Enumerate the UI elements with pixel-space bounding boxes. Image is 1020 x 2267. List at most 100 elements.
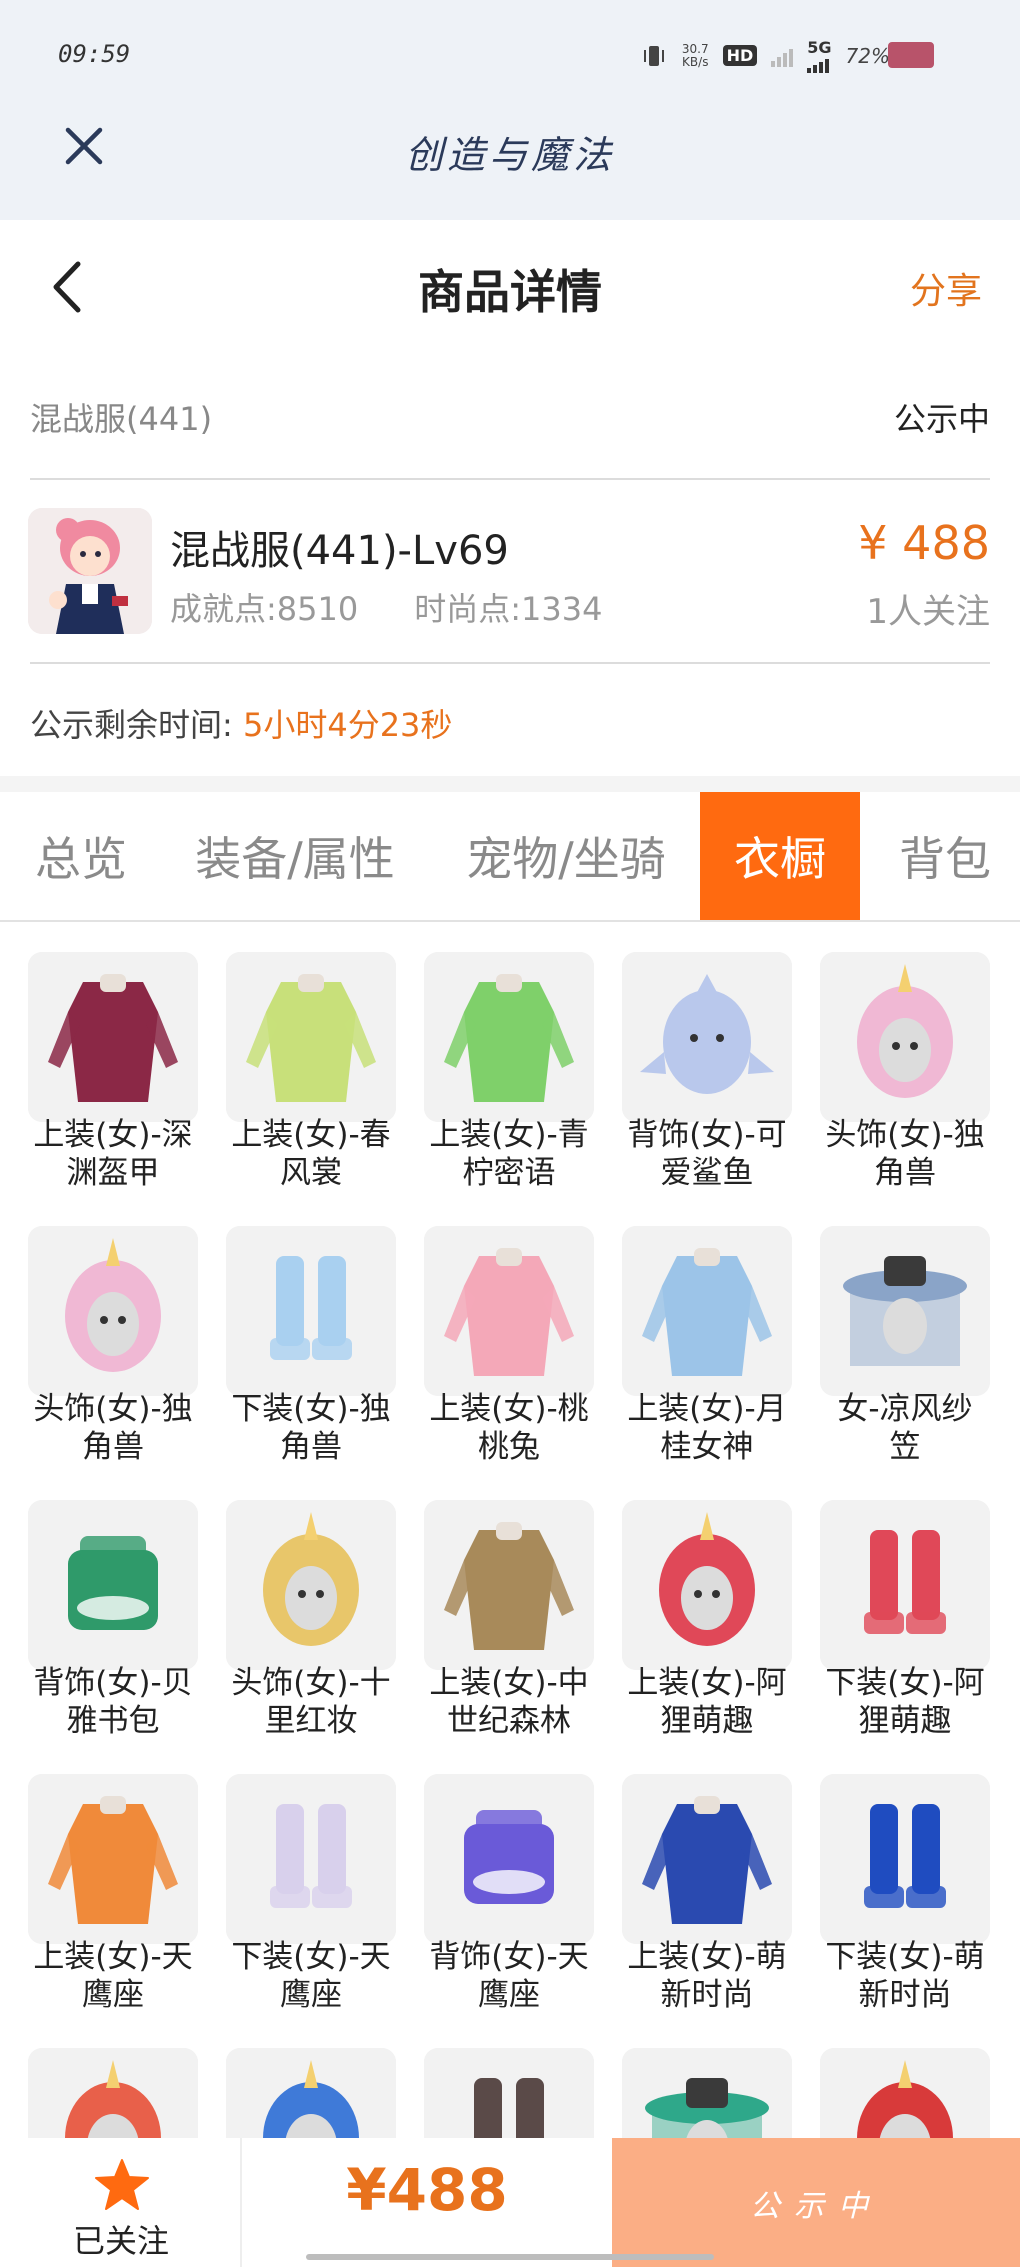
fox-boots-icon (820, 1500, 990, 1670)
follower-count: 1人关注 (866, 592, 990, 632)
wardrobe-item[interactable]: 背饰(女)-可 爱鲨鱼 (622, 952, 792, 1226)
wardrobe-item-label: 背饰(女)-贝 雅书包 (33, 1665, 193, 1739)
wardrobe-item-label: 下装(女)-萌 新时尚 (825, 1939, 985, 2013)
wardrobe-item[interactable]: 下装(女)-天 鹰座 (226, 1774, 396, 2048)
wardrobe-item-label: 头饰(女)-独 角兽 (825, 1117, 985, 1191)
fox-hoodie-icon (622, 1500, 792, 1670)
fashion-points: 时尚点:1334 (414, 590, 603, 628)
wardrobe-item-label: 下装(女)-阿 狸萌趣 (825, 1665, 985, 1739)
wardrobe-item-label: 上装(女)-天 鹰座 (33, 1939, 193, 2013)
wifi-signal-icon (771, 45, 794, 67)
hd-icon: HD (722, 45, 758, 66)
status-time: 09:59 (58, 40, 131, 68)
wardrobe-item[interactable] (820, 2048, 990, 2138)
wardrobe-item[interactable]: 下装(女)-萌 新时尚 (820, 1774, 990, 2048)
wardrobe-item-label: 背饰(女)-天 鹰座 (429, 1939, 589, 2013)
wardrobe-item-label: 上装(女)-月 桂女神 (627, 1391, 787, 1465)
tab-equipment[interactable]: 装备/属性 (174, 792, 416, 920)
school-bag-icon (28, 1500, 198, 1670)
wardrobe-item-label: 上装(女)-深 渊盔甲 (33, 1117, 193, 1191)
star-icon (95, 2159, 149, 2210)
tab-backpack[interactable]: 背包 (870, 792, 1020, 920)
wardrobe-item[interactable]: 下装(女)-阿 狸萌趣 (820, 1500, 990, 1774)
app-title: 创造与魔法 (404, 133, 615, 177)
remaining-time-value: 5小时4分23秒 (242, 706, 453, 744)
green-gown-outfit-icon (424, 952, 594, 1122)
vibrate-icon (643, 45, 664, 66)
status-bar: 09:59 30.7 KB/s HD 5G 72% (0, 0, 1020, 108)
wardrobe-item[interactable]: 头饰(女)-独 角兽 (28, 1226, 198, 1500)
wardrobe-item[interactable] (226, 2048, 396, 2138)
wardrobe-item-label: 下装(女)-独 角兽 (231, 1391, 391, 1465)
wardrobe-item[interactable]: 上装(女)-阿 狸萌趣 (622, 1500, 792, 1774)
cell-signal-icon: 5G (807, 38, 832, 73)
laurel-goddess-outfit-icon (622, 1226, 792, 1396)
wardrobe-item[interactable]: 上装(女)-天 鹰座 (28, 1774, 198, 2048)
veil-hat-icon (820, 1226, 990, 1396)
red-cat-hood-icon (820, 2048, 990, 2138)
blue-skirt-icon (820, 1774, 990, 1944)
notification-avatar (888, 42, 934, 68)
wardrobe-item[interactable]: 背饰(女)-天 鹰座 (424, 1774, 594, 2048)
bottom-action-bar: 已关注 ¥488 公示中 (0, 2138, 1020, 2267)
wardrobe-item[interactable] (28, 2048, 198, 2138)
peach-bunny-outfit-icon (424, 1226, 594, 1396)
unicorn-boots-icon (226, 1226, 396, 1396)
product-stats: 成就点:8510 时尚点:1334 (170, 584, 602, 630)
wardrobe-grid: 上装(女)-深 渊盔甲 上装(女)-春 风裳 上装(女)-青 柠密语 背饰(女)-可 爱鲨鱼头… (28, 952, 992, 2138)
wardrobe-item[interactable]: 上装(女)-中 世纪森林 (424, 1500, 594, 1774)
wardrobe-item[interactable]: 头饰(女)-十 里红妆 (226, 1500, 396, 1774)
tab-pets-mounts[interactable]: 宠物/坐骑 (444, 792, 688, 920)
dark-boots-icon (424, 2048, 594, 2138)
aquila-boots-icon (226, 1774, 396, 1944)
net-speed: 30.7 KB/s (681, 41, 709, 69)
wardrobe-item[interactable] (424, 2048, 594, 2138)
unicorn-hood-icon (28, 1226, 198, 1396)
wardrobe-item[interactable]: 下装(女)-独 角兽 (226, 1226, 396, 1500)
blue-corset-icon (622, 1774, 792, 1944)
wardrobe-item-label: 背饰(女)-可 爱鲨鱼 (627, 1117, 787, 1191)
page-title: 商品详情 (418, 265, 602, 319)
wardrobe-item-label: 上装(女)-春 风裳 (231, 1117, 391, 1191)
spring-dress-outfit-icon (226, 952, 396, 1122)
wardrobe-item[interactable]: 头饰(女)-独 角兽 (820, 952, 990, 1226)
wardrobe-item[interactable]: 背饰(女)-贝 雅书包 (28, 1500, 198, 1774)
follow-button[interactable]: 已关注 (0, 2138, 242, 2267)
wardrobe-item[interactable]: 上装(女)-萌 新时尚 (622, 1774, 792, 2048)
remaining-time: 公示剩余时间: 5小时4分23秒 (30, 700, 452, 746)
bottom-price: ¥488 (346, 2156, 508, 2224)
blue-octopus-hat-icon (226, 2048, 396, 2138)
wardrobe-item[interactable]: 女-凉风纱笠 (820, 1226, 990, 1500)
wardrobe-item[interactable]: 上装(女)-青 柠密语 (424, 952, 594, 1226)
wardrobe-item-label: 上装(女)-萌 新时尚 (627, 1939, 787, 2013)
character-thumbnail[interactable] (28, 508, 152, 634)
tab-overview[interactable]: 总览 (0, 792, 162, 920)
wardrobe-item-label: 上装(女)-青 柠密语 (429, 1117, 589, 1191)
achievement-points: 成就点:8510 (170, 590, 359, 628)
dark-armor-outfit-icon (28, 952, 198, 1122)
home-indicator (306, 2254, 714, 2260)
battery-level: 72% (845, 43, 890, 68)
wardrobe-item-label: 上装(女)-阿 狸萌趣 (627, 1665, 787, 1739)
wardrobe-item-label: 下装(女)-天 鹰座 (231, 1939, 391, 2013)
listing-status: 公示中 (893, 400, 990, 438)
status-button[interactable]: 公示中 (612, 2138, 1020, 2267)
wardrobe-item[interactable]: 上装(女)-月 桂女神 (622, 1226, 792, 1500)
remaining-time-label: 公示剩余时间: (30, 706, 233, 744)
wardrobe-item-label: 头饰(女)-十 里红妆 (231, 1665, 391, 1739)
leaf-hat-icon (622, 2048, 792, 2138)
wardrobe-item[interactable]: 上装(女)-深 渊盔甲 (28, 952, 198, 1226)
status-icons: 30.7 KB/s HD 5G 72% (640, 38, 890, 73)
wardrobe-item[interactable]: 上装(女)-桃 桃兔 (424, 1226, 594, 1500)
product-name: 混战服(441)-Lv69 (170, 528, 509, 574)
wardrobe-item-label: 女-凉风纱笠 (837, 1391, 973, 1465)
product-price: ¥ 488 (858, 516, 990, 570)
tab-wardrobe[interactable]: 衣橱 (700, 792, 860, 920)
server-name: 混战服(441) (30, 400, 213, 438)
wardrobe-item[interactable] (622, 2048, 792, 2138)
forest-dress-icon (424, 1500, 594, 1670)
wardrobe-item[interactable]: 上装(女)-春 风裳 (226, 952, 396, 1226)
share-button[interactable]: 分享 (910, 262, 982, 314)
detail-tabs: 总览 装备/属性 宠物/坐骑 衣橱 背包 (0, 792, 1020, 922)
horned-hair-icon (28, 2048, 198, 2138)
